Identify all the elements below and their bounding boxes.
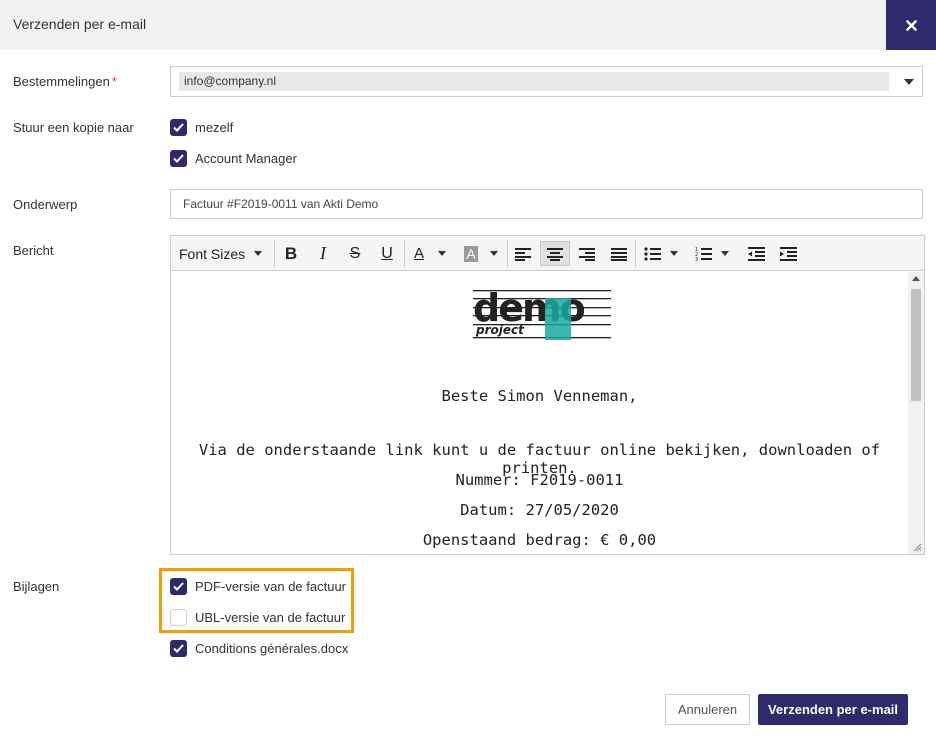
close-button[interactable]: [886, 0, 936, 50]
scrollbar-thumb[interactable]: [911, 289, 921, 401]
background-color-icon: A: [464, 245, 478, 262]
check-icon: [173, 643, 184, 653]
align-justify-button[interactable]: [606, 241, 632, 266]
bullet-list-button[interactable]: [639, 241, 683, 266]
indent-icon: [779, 246, 797, 261]
copy-label: Stuur een kopie naar: [13, 120, 134, 135]
toolbar-divider: [635, 240, 636, 267]
dialog-header: Verzenden per e-mail: [0, 0, 936, 50]
editor-scrollbar[interactable]: [908, 272, 924, 554]
align-center-button[interactable]: [540, 241, 570, 266]
background-color-button[interactable]: A: [459, 241, 503, 266]
chevron-down-icon: [670, 251, 678, 256]
toolbar-divider: [404, 240, 405, 267]
copy-option-account-manager[interactable]: Account Manager: [170, 149, 297, 167]
recipients-label: Bestemmelingen *: [13, 74, 117, 89]
outstanding-amount-line: Openstaand bedrag: € 0,00: [422, 531, 657, 549]
strikethrough-button[interactable]: S: [342, 241, 368, 266]
chevron-down-icon: [254, 251, 263, 256]
resize-handle-icon[interactable]: [913, 543, 922, 552]
attachment-label: Conditions générales.docx: [195, 640, 349, 656]
checkbox-checked[interactable]: [170, 639, 187, 657]
invoice-number-line: Nummer: F2019-0011: [455, 471, 624, 489]
logo-project-text: project: [475, 323, 525, 337]
checkbox-checked[interactable]: [170, 149, 187, 167]
check-icon: [173, 153, 184, 163]
demo-project-logo: demo project: [473, 286, 611, 340]
editor-content[interactable]: demo project Beste Simon Venneman, Via d…: [171, 272, 908, 554]
attachments-label: Bijlagen: [13, 579, 60, 594]
chevron-down-icon: [721, 251, 729, 256]
required-mark: *: [111, 74, 117, 89]
check-icon: [173, 122, 184, 132]
recipient-tag[interactable]: info@company.nl: [179, 72, 889, 91]
outdent-button[interactable]: [743, 241, 769, 266]
align-center-icon: [547, 247, 563, 261]
numbered-list-icon: 123: [695, 247, 712, 261]
highlight-box: [159, 568, 354, 633]
dialog-title: Verzenden per e-mail: [13, 16, 147, 32]
font-color-button[interactable]: A: [408, 241, 452, 266]
chevron-down-icon: [438, 251, 446, 256]
attachment-conditions[interactable]: Conditions générales.docx: [170, 639, 348, 657]
align-left-icon: [515, 247, 531, 261]
copy-option-label: Account Manager: [195, 150, 297, 166]
invoice-date-line: Datum: 27/05/2020: [460, 501, 619, 519]
copy-option-label: mezelf: [195, 119, 234, 135]
recipients-select[interactable]: info@company.nl: [170, 66, 923, 97]
checkbox-checked[interactable]: [170, 118, 187, 136]
italic-button[interactable]: I: [310, 241, 336, 266]
bold-button[interactable]: B: [278, 241, 304, 266]
subject-input[interactable]: Factuur #F2019-0011 van Akti Demo: [170, 189, 923, 219]
close-icon: [905, 19, 917, 31]
align-justify-icon: [611, 247, 627, 261]
align-right-button[interactable]: [574, 241, 600, 266]
bullet-list-icon: [644, 246, 661, 261]
svg-text:3: 3: [695, 257, 698, 261]
copy-option-self[interactable]: mezelf: [170, 118, 233, 136]
underline-button[interactable]: U: [374, 241, 400, 266]
numbered-list-button[interactable]: 123: [690, 241, 734, 266]
editor-toolbar: Font Sizes B I S U A A 1 2 3: [171, 236, 924, 271]
align-left-button[interactable]: [510, 241, 536, 266]
align-right-icon: [579, 247, 595, 261]
message-label: Bericht: [13, 243, 54, 258]
outdent-icon: [747, 246, 765, 261]
chevron-down-icon: [489, 251, 498, 256]
toolbar-divider: [507, 240, 508, 267]
font-sizes-label: Font Sizes: [179, 245, 246, 262]
scroll-up-arrow-icon[interactable]: [912, 276, 920, 281]
font-color-icon: A: [413, 245, 424, 262]
indent-button[interactable]: [775, 241, 801, 266]
send-email-button[interactable]: Verzenden per e-mail: [758, 694, 908, 725]
toolbar-divider: [274, 240, 275, 267]
font-sizes-dropdown[interactable]: Font Sizes: [174, 241, 270, 266]
subject-label: Onderwerp: [13, 197, 78, 212]
message-editor[interactable]: Font Sizes B I S U A A 1 2 3 demo projec…: [170, 235, 925, 555]
chevron-down-icon[interactable]: [904, 79, 914, 85]
greeting-line: Beste Simon Venneman,: [441, 387, 638, 405]
cancel-button[interactable]: Annuleren: [665, 694, 750, 725]
recipients-label-text: Bestemmelingen: [13, 74, 110, 89]
